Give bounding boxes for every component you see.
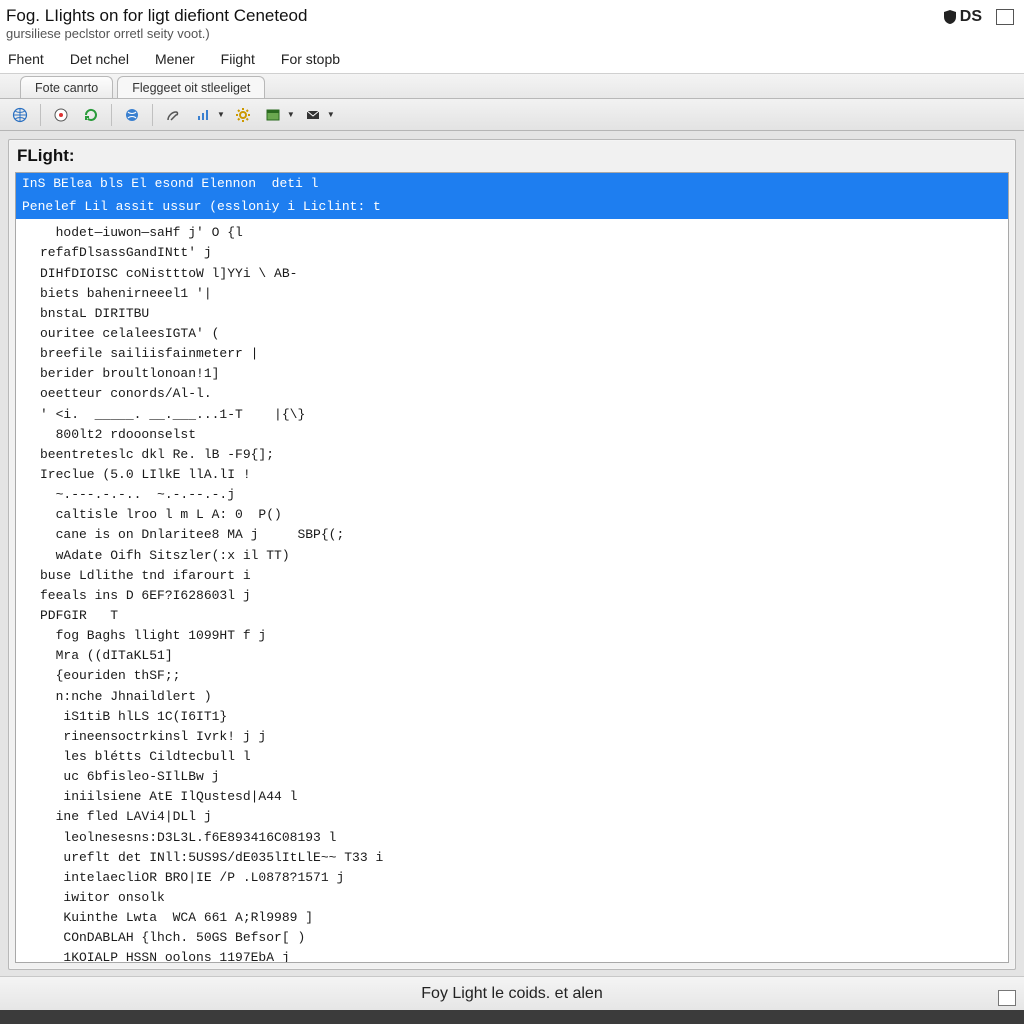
title-left: Fog. LIights on for ligt diefiont Cenete… xyxy=(6,6,307,41)
code-line: DIHfDIOISC coNistttoW l]YYi \ AB- xyxy=(40,264,1002,284)
code-line: Mra ((dITaKL51] xyxy=(40,646,1002,666)
menu-bar: Fhent Det nchel Mener Fiight For stopb xyxy=(0,43,1024,74)
taskbar-strip xyxy=(0,1010,1024,1024)
chevron-down-icon[interactable]: ▼ xyxy=(327,110,335,119)
code-line: les blétts Cildtecbull l xyxy=(40,747,1002,767)
code-line: ' <i. _____. __.___...1-T |{\} xyxy=(40,405,1002,425)
code-line: ~.---.-.-.. ~.-.--.-.j xyxy=(40,485,1002,505)
status-bar: Foy Light le coids. et alen xyxy=(0,976,1024,1010)
code-line: 1KOIALP HSSN oolons 1197EbA j xyxy=(40,948,1002,963)
gear-icon[interactable] xyxy=(231,103,255,127)
code-line: 800lt2 rdooonselst xyxy=(40,425,1002,445)
code-line: iS1tiB hlLS 1C(I6IT1} xyxy=(40,707,1002,727)
code-line: ouritee celaleesIGTA' ( xyxy=(40,324,1002,344)
globe2-icon[interactable] xyxy=(120,103,144,127)
window-icon[interactable] xyxy=(261,103,285,127)
code-line: ine fled LAVi4|DLl j xyxy=(40,807,1002,827)
code-line: uc 6bfisleo-SIlLBw j xyxy=(40,767,1002,787)
status-tray xyxy=(998,990,1016,1006)
code-line: iniilsiene AtE IlQustesd|A44 l xyxy=(40,787,1002,807)
title-right: DS xyxy=(942,6,1014,26)
menu-fiight[interactable]: Fiight xyxy=(213,47,273,73)
code-line: hodet—iuwon—saHf j' O {l xyxy=(40,223,1002,243)
code-selected-line: InS BElea bls El esond Elennon deti l xyxy=(16,173,1008,196)
code-line: refafDlsassGandINtt' j xyxy=(40,243,1002,263)
status-text: Foy Light le coids. et alen xyxy=(421,985,602,1003)
tab-strip: Fote canrto Fleggeet oit stleeliget xyxy=(0,74,1024,99)
code-body: hodet—iuwon—saHf j' O {lrefafDlsassGandI… xyxy=(16,219,1008,963)
chart-icon[interactable] xyxy=(191,103,215,127)
code-line: berider broultlonoan!1] xyxy=(40,364,1002,384)
code-line: iwitor onsolk xyxy=(40,888,1002,908)
toolbar: ▼ ▼ ▼ xyxy=(0,99,1024,131)
window-restore-icon[interactable] xyxy=(996,9,1014,25)
code-line: biets bahenirneeel1 '| xyxy=(40,284,1002,304)
code-line: cane is on Dnlaritee8 MA j SBP{(; xyxy=(40,525,1002,545)
menu-fhent[interactable]: Fhent xyxy=(0,47,62,73)
code-line: PDFGIR T xyxy=(40,606,1002,626)
code-panel: FLight: InS BElea bls El esond Elennon d… xyxy=(8,139,1016,970)
menu-mener[interactable]: Mener xyxy=(147,47,213,73)
code-line: wAdate Oifh Sitszler(:x il TT) xyxy=(40,546,1002,566)
code-line: Ireclue (5.0 LIlkE llA.lI ! xyxy=(40,465,1002,485)
window-title: Fog. LIights on for ligt diefiont Cenete… xyxy=(6,6,307,26)
menu-forstopb[interactable]: For stopb xyxy=(273,47,358,73)
code-selected-line: Penelef Lil assit ussur (essloniy i Licl… xyxy=(16,196,1008,219)
gauge-icon[interactable] xyxy=(49,103,73,127)
code-line: fog Baghs llight 1099HT f j xyxy=(40,626,1002,646)
brand-text: DS xyxy=(960,8,982,26)
window-subtitle: gursiliese peclstor orretl seity voot.) xyxy=(6,26,307,41)
panel-title: FLight: xyxy=(9,140,1015,172)
shield-icon xyxy=(942,9,958,25)
toolbar-separator xyxy=(152,104,153,126)
refresh-icon[interactable] xyxy=(79,103,103,127)
brand-logo: DS xyxy=(942,8,982,26)
toolbar-separator xyxy=(40,104,41,126)
chevron-down-icon[interactable]: ▼ xyxy=(287,110,295,119)
title-bar: Fog. LIights on for ligt diefiont Cenete… xyxy=(0,0,1024,43)
tab-label: Fleggeet oit stleeliget xyxy=(132,81,250,95)
code-line: oeetteur conords/Al-l. xyxy=(40,384,1002,404)
code-line: Kuinthe Lwta WCA 661 A;Rl9989 ] xyxy=(40,908,1002,928)
toolbar-separator xyxy=(111,104,112,126)
code-line: ureflt det INll:5US9S/dE035lItLlE~~ T33 … xyxy=(40,848,1002,868)
menu-detnchel[interactable]: Det nchel xyxy=(62,47,147,73)
code-line: breefile sailiisfainmeterr | xyxy=(40,344,1002,364)
mail-icon[interactable] xyxy=(301,103,325,127)
tab-fote-canrto[interactable]: Fote canrto xyxy=(20,76,113,98)
code-line: beentreteslc dkl Re. lB -F9{]; xyxy=(40,445,1002,465)
code-line: buse Ldlithe tnd ifarourt i xyxy=(40,566,1002,586)
code-line: caltisle lroo l m L A: 0 P() xyxy=(40,505,1002,525)
code-line: intelaecliOR BRO|IE /P .L0878?1571 j xyxy=(40,868,1002,888)
code-line: n:nche Jhnaildlert ) xyxy=(40,687,1002,707)
code-line: rineensoctrkinsl Ivrk! j j xyxy=(40,727,1002,747)
tab-fleggeet[interactable]: Fleggeet oit stleeliget xyxy=(117,76,265,98)
work-area: FLight: InS BElea bls El esond Elennon d… xyxy=(0,131,1024,976)
tab-label: Fote canrto xyxy=(35,81,98,95)
code-line: {eouriden thSF;; xyxy=(40,666,1002,686)
code-line: bnstaL DIRITBU xyxy=(40,304,1002,324)
code-line: leolnesesns:D3L3L.f6E893416C08193 l xyxy=(40,828,1002,848)
tray-icon[interactable] xyxy=(998,990,1016,1006)
clip-icon[interactable] xyxy=(161,103,185,127)
code-line: COnDABLAH {lhch. 50GS Befsor[ ) xyxy=(40,928,1002,948)
code-line: feeals ins D 6EF?I628603l j xyxy=(40,586,1002,606)
globe-icon[interactable] xyxy=(8,103,32,127)
chevron-down-icon[interactable]: ▼ xyxy=(217,110,225,119)
code-editor[interactable]: InS BElea bls El esond Elennon deti l Pe… xyxy=(15,172,1009,963)
